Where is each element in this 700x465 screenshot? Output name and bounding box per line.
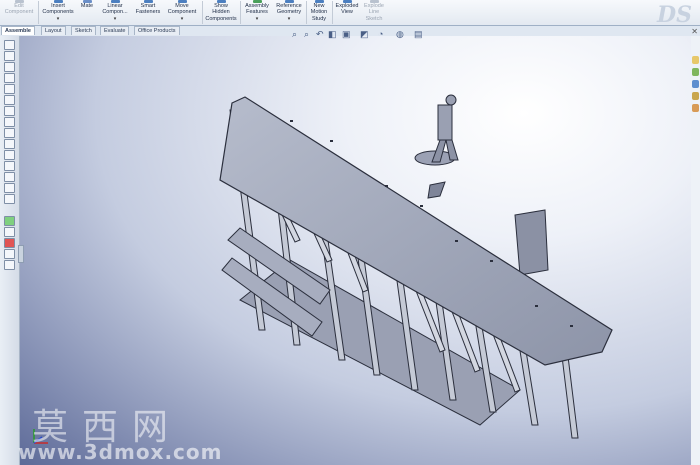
record-icon[interactable]	[4, 238, 15, 248]
rectangle-tool-icon[interactable]	[4, 139, 15, 149]
hide-show-items-icon[interactable]: ◔	[378, 29, 383, 39]
resources-icon[interactable]	[692, 56, 699, 64]
file-explorer-icon[interactable]	[692, 80, 699, 88]
assembly-features-button[interactable]: Assembly Features ▾	[241, 0, 273, 22]
tab-evaluate[interactable]: Evaluate	[100, 26, 130, 35]
edit-component-button[interactable]: Edit Component	[2, 0, 36, 16]
panel-splitter-handle[interactable]	[18, 245, 24, 263]
mirror-tool-icon[interactable]	[4, 172, 15, 182]
explode-line-sketch-button[interactable]: Explode Line Sketch	[361, 0, 387, 22]
smart-fasteners-button[interactable]: Smart Fasteners	[133, 0, 163, 16]
close-icon[interactable]: ✕	[691, 27, 698, 36]
sketch-tool-icon[interactable]	[4, 95, 15, 105]
display-manager-icon[interactable]	[4, 84, 15, 94]
tab-sketch[interactable]: Sketch	[71, 26, 96, 35]
render-icon[interactable]	[4, 260, 15, 270]
linear-component-pattern-button[interactable]: Linear Compon... ▾	[98, 0, 132, 22]
section-view-icon[interactable]: ◧	[328, 29, 337, 40]
feature-manager-icon[interactable]	[4, 40, 15, 50]
tab-assemble[interactable]: Assemble	[1, 26, 35, 35]
tab-office-products[interactable]: Office Products	[134, 26, 180, 35]
previous-view-icon[interactable]: ↶	[316, 29, 324, 40]
new-motion-study-button[interactable]: New Motion Study	[307, 0, 331, 22]
watermark-url: www.3dmox.com	[18, 440, 223, 464]
insert-components-button[interactable]: Insert Components ▾	[40, 0, 76, 22]
zoom-to-fit-icon[interactable]: ⌕	[292, 29, 297, 40]
appearances-icon[interactable]	[692, 104, 699, 112]
camera-icon[interactable]	[4, 249, 15, 259]
play-icon[interactable]	[4, 216, 15, 226]
mate-button[interactable]: Mate	[77, 0, 97, 9]
pilot-figure[interactable]	[414, 94, 459, 166]
property-manager-icon[interactable]	[4, 51, 15, 61]
stop-icon[interactable]	[4, 227, 15, 237]
move-component-button[interactable]: Move Component ▾	[164, 0, 200, 22]
config-manager-icon[interactable]	[4, 62, 15, 72]
view-settings-icon[interactable]: ▤	[414, 29, 423, 40]
appearance-icon[interactable]: ◍	[396, 29, 404, 40]
command-manager-ribbon: Edit Component Insert Components ▾ Mate Lin…	[0, 0, 700, 28]
solidworks-logo: DS	[657, 2, 692, 28]
show-hidden-components-button[interactable]: Show Hidden Components	[203, 0, 239, 22]
trim-tool-icon[interactable]	[4, 150, 15, 160]
offset-tool-icon[interactable]	[4, 161, 15, 171]
view-orientation-icon[interactable]: ▣	[342, 29, 351, 40]
view-palette-icon[interactable]	[692, 92, 699, 100]
reference-geometry-button[interactable]: Reference Geometry ▾	[273, 0, 305, 22]
tab-layout[interactable]: Layout	[41, 26, 66, 35]
left-toolbar	[0, 36, 20, 465]
arc-tool-icon[interactable]	[4, 128, 15, 138]
ribbon-separator	[38, 1, 39, 24]
line-tool-icon[interactable]	[4, 106, 15, 116]
task-pane-tabs	[691, 36, 700, 465]
design-library-icon[interactable]	[692, 68, 699, 76]
circle-tool-icon[interactable]	[4, 117, 15, 127]
fillet-tool-icon[interactable]	[4, 183, 15, 193]
dimxpert-icon[interactable]	[4, 73, 15, 83]
exploded-view-button[interactable]: Exploded View	[333, 0, 361, 16]
display-style-icon[interactable]: ◩	[360, 29, 369, 40]
zoom-area-icon[interactable]: ⌕	[304, 29, 309, 40]
measure-tool-icon[interactable]	[4, 194, 15, 204]
